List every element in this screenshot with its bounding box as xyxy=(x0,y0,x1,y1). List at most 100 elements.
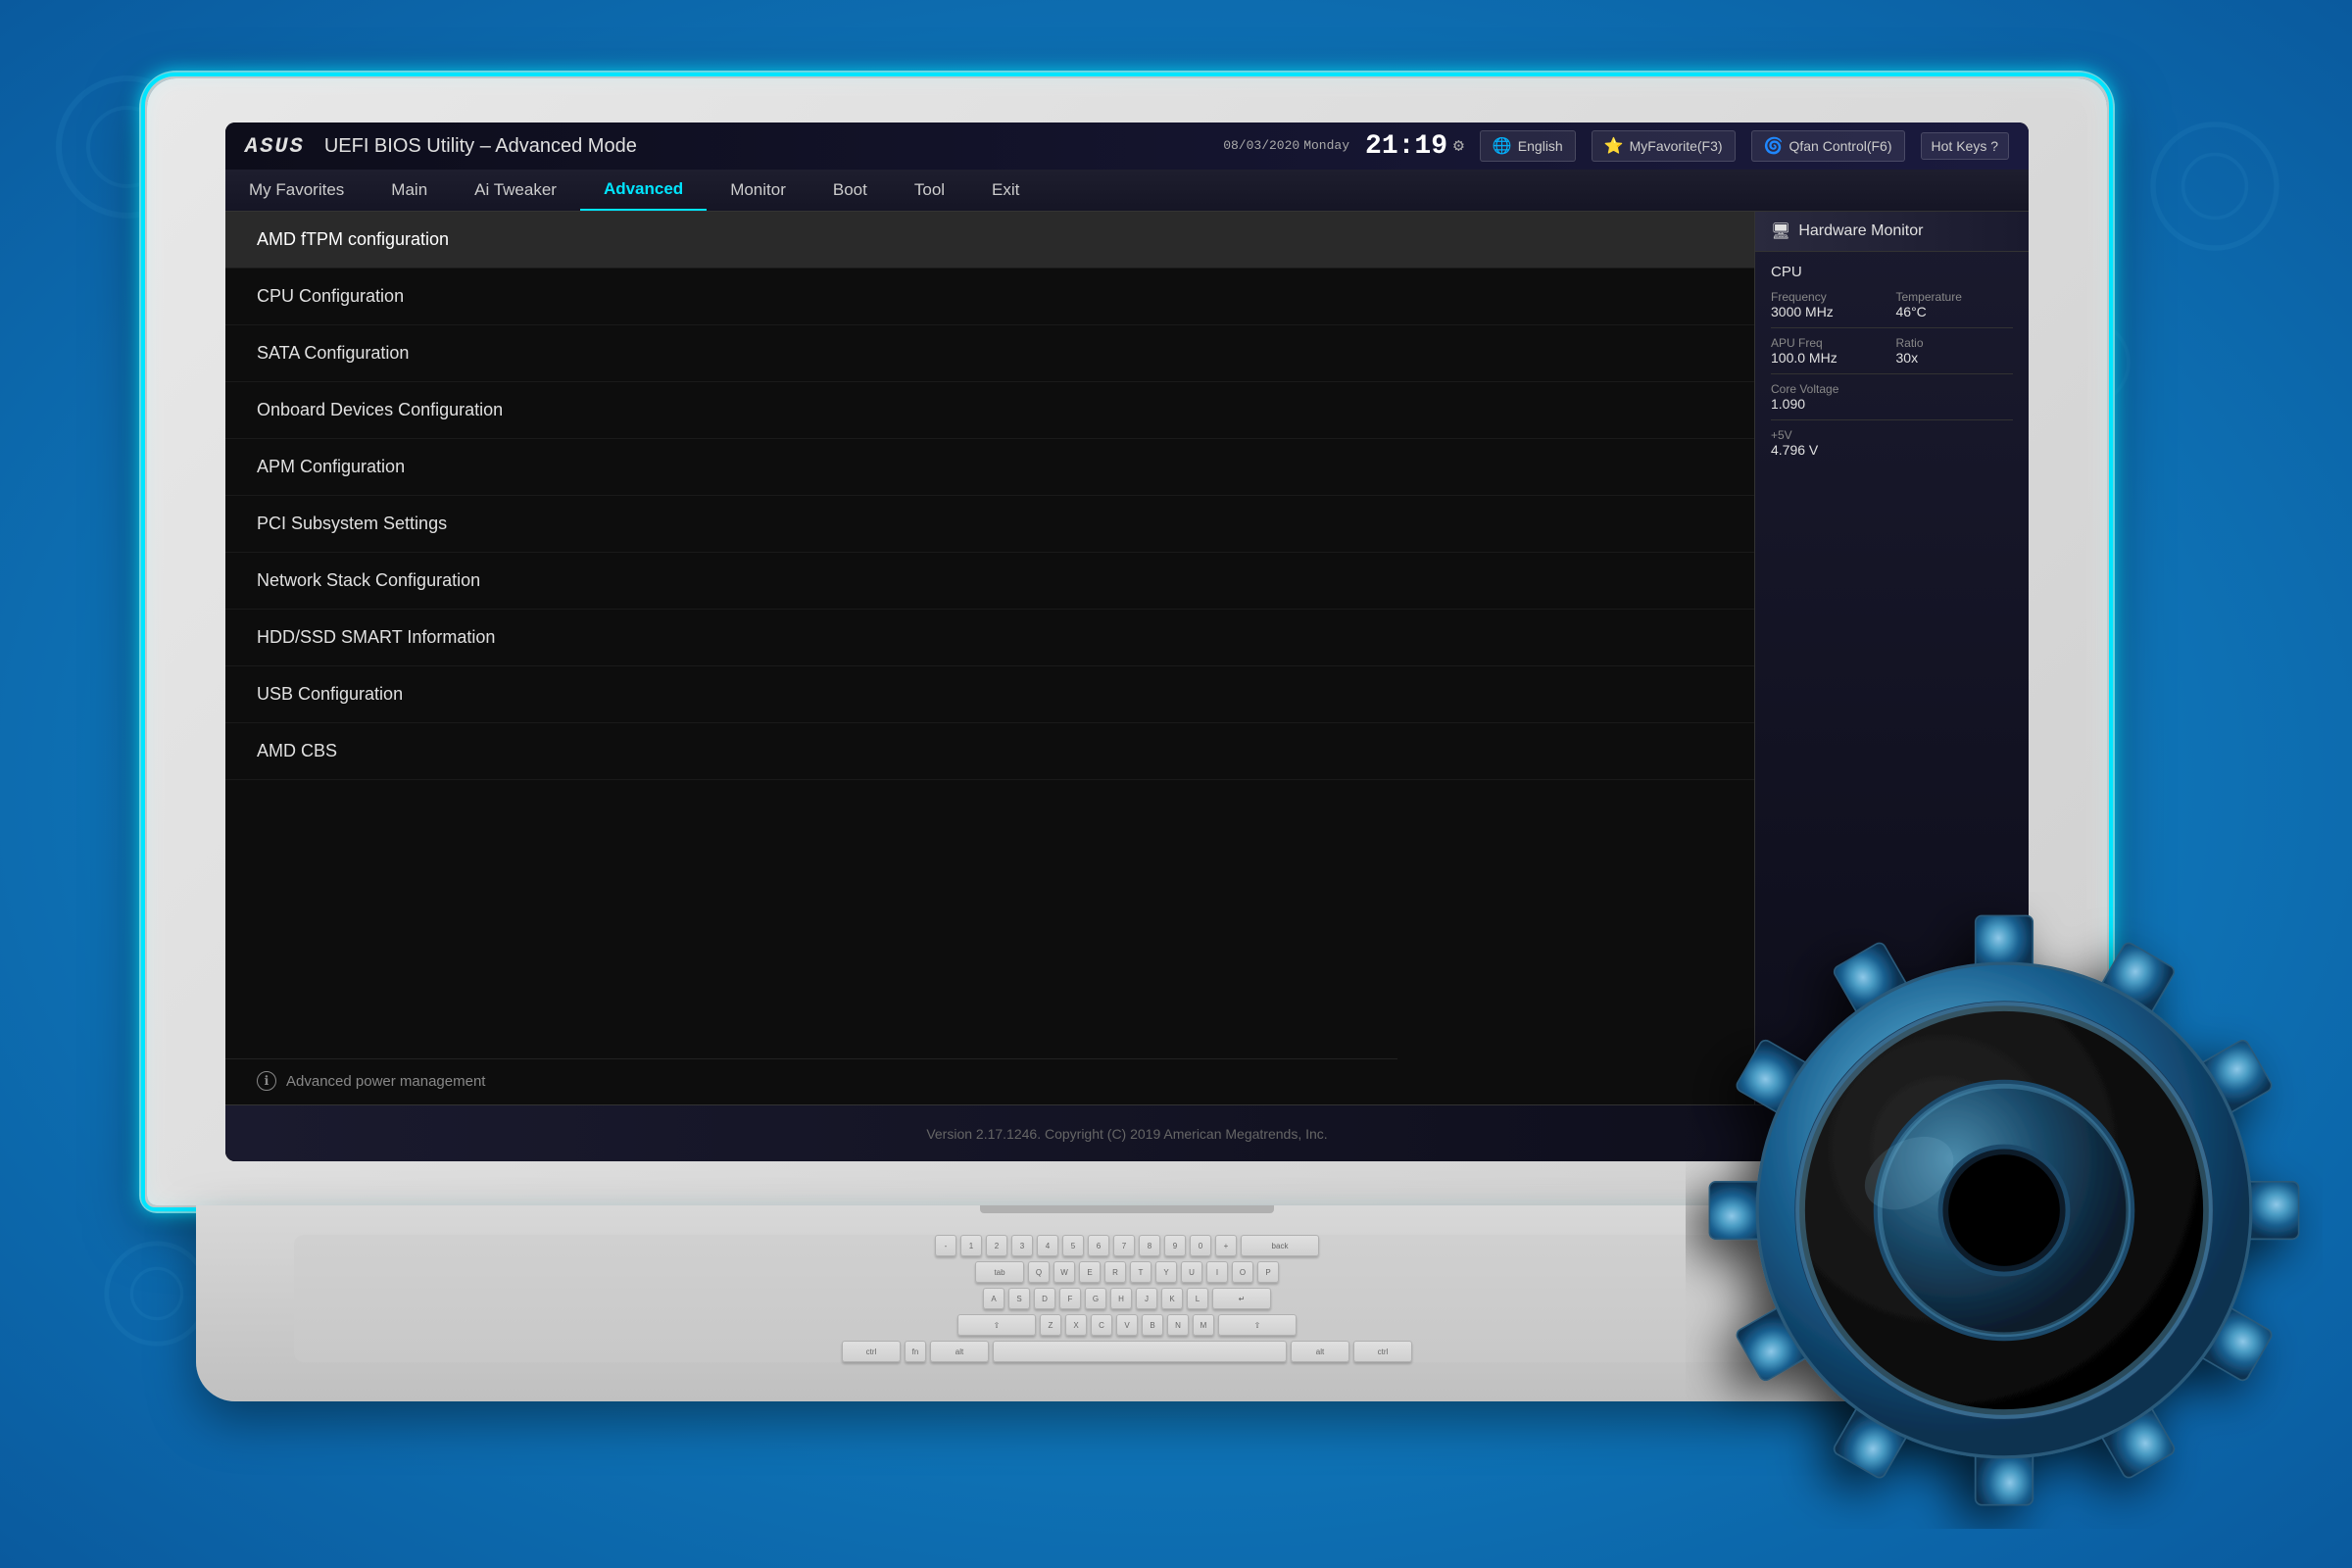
5v-label: +5V xyxy=(1771,428,2013,442)
key-k[interactable]: K xyxy=(1161,1288,1183,1309)
menu-network[interactable]: Network Stack Configuration xyxy=(225,553,1754,610)
bios-title: UEFI BIOS Utility – Advanced Mode xyxy=(324,135,637,158)
key-shift-right[interactable]: ⇧ xyxy=(1218,1314,1297,1336)
key-row-2: tab Q W E R T Y U I O P xyxy=(314,1261,1940,1283)
key-v[interactable]: V xyxy=(1116,1314,1138,1336)
key-4[interactable]: 4 xyxy=(1037,1235,1058,1256)
nav-tool[interactable]: Tool xyxy=(891,171,968,210)
star-icon: ⭐ xyxy=(1604,136,1624,156)
key-w[interactable]: W xyxy=(1054,1261,1075,1283)
key-0[interactable]: 0 xyxy=(1190,1235,1211,1256)
key-p[interactable]: P xyxy=(1257,1261,1279,1283)
key-minus[interactable]: - xyxy=(935,1235,956,1256)
language-button[interactable]: 🌐 English xyxy=(1480,130,1576,162)
core-voltage-label: Core Voltage xyxy=(1771,382,2013,396)
ezmode-btn[interactable]: EzMode(F7) xyxy=(1930,1126,2005,1142)
key-h[interactable]: H xyxy=(1110,1288,1132,1309)
info-icon: ℹ xyxy=(257,1071,276,1091)
monitor-icon: 🖥 xyxy=(1771,221,1790,241)
ratio-item: Ratio 30x xyxy=(1896,336,2014,366)
qfan-button[interactable]: 🌀 Qfan Control(F6) xyxy=(1751,130,1905,162)
menu-pci[interactable]: PCI Subsystem Settings xyxy=(225,496,1754,553)
key-l[interactable]: L xyxy=(1187,1288,1208,1309)
menu-hdd-ssd[interactable]: HDD/SSD SMART Information xyxy=(225,610,1754,666)
key-3[interactable]: 3 xyxy=(1011,1235,1033,1256)
key-d[interactable]: D xyxy=(1034,1288,1055,1309)
key-tab[interactable]: tab xyxy=(975,1261,1024,1283)
myfavorite-button[interactable]: ⭐ MyFavorite(F3) xyxy=(1592,130,1736,162)
key-t[interactable]: T xyxy=(1130,1261,1152,1283)
key-n[interactable]: N xyxy=(1167,1314,1189,1336)
hotkeys-label: Hot Keys ? xyxy=(1932,138,1998,154)
key-5[interactable]: 5 xyxy=(1062,1235,1084,1256)
key-o[interactable]: O xyxy=(1232,1261,1253,1283)
key-enter[interactable]: ↵ xyxy=(1212,1288,1271,1309)
key-7[interactable]: 7 xyxy=(1113,1235,1135,1256)
key-e[interactable]: E xyxy=(1079,1261,1101,1283)
key-r[interactable]: R xyxy=(1104,1261,1126,1283)
menu-cpu-config[interactable]: CPU Configuration xyxy=(225,269,1754,325)
laptop-lid: ASUS UEFI BIOS Utility – Advanced Mode 0… xyxy=(147,78,2107,1205)
key-s[interactable]: S xyxy=(1008,1288,1030,1309)
cpu-freq-label: Frequency xyxy=(1771,290,1888,304)
key-u[interactable]: U xyxy=(1181,1261,1202,1283)
key-2[interactable]: 2 xyxy=(986,1235,1007,1256)
key-ctrl-right[interactable]: ctrl xyxy=(1353,1341,1412,1362)
hw-monitor-title: 🖥 Hardware Monitor xyxy=(1755,212,2029,252)
nav-ai-tweaker[interactable]: Ai Tweaker xyxy=(451,171,580,210)
key-i[interactable]: I xyxy=(1206,1261,1228,1283)
ratio-label: Ratio xyxy=(1896,336,2014,350)
time-display: 21:19 ⚙ xyxy=(1365,131,1464,162)
last-modified-btn[interactable]: Last Modified xyxy=(1780,1126,1861,1142)
key-alt-right[interactable]: alt xyxy=(1291,1341,1349,1362)
menu-sata-config[interactable]: SATA Configuration xyxy=(225,325,1754,382)
nav-advanced[interactable]: Advanced xyxy=(580,170,707,211)
cpu-temp-item: Temperature 46°C xyxy=(1896,290,2014,319)
key-8[interactable]: 8 xyxy=(1139,1235,1160,1256)
topbar-right: 08/03/2020 Monday 21:19 ⚙ 🌐 xyxy=(1223,130,2009,162)
hw-divider-2 xyxy=(1771,373,2013,374)
nav-main[interactable]: Main xyxy=(368,171,451,210)
key-c[interactable]: C xyxy=(1091,1314,1112,1336)
key-m[interactable]: M xyxy=(1193,1314,1214,1336)
menu-apm[interactable]: APM Configuration xyxy=(225,439,1754,496)
core-voltage-item: Core Voltage 1.090 xyxy=(1771,382,2013,412)
key-1[interactable]: 1 xyxy=(960,1235,982,1256)
cpu-freq-item: Frequency 3000 MHz xyxy=(1771,290,1888,319)
nav-exit[interactable]: Exit xyxy=(968,171,1043,210)
apu-freq-item: APU Freq 100.0 MHz xyxy=(1771,336,1888,366)
bios-screen: ASUS UEFI BIOS Utility – Advanced Mode 0… xyxy=(225,122,2029,1161)
key-plus[interactable]: + xyxy=(1215,1235,1237,1256)
day-display: Monday xyxy=(1303,137,1349,155)
key-b[interactable]: B xyxy=(1142,1314,1163,1336)
key-row-5: ctrl fn alt alt ctrl xyxy=(314,1341,1940,1362)
keyboard-area: - 1 2 3 4 5 6 7 8 9 0 + back tab Q W E R xyxy=(294,1235,1960,1362)
key-space[interactable] xyxy=(993,1341,1287,1362)
nav-my-favorites[interactable]: My Favorites xyxy=(225,171,368,210)
key-shift-left[interactable]: ⇧ xyxy=(957,1314,1036,1336)
key-f[interactable]: F xyxy=(1059,1288,1081,1309)
key-a[interactable]: A xyxy=(983,1288,1004,1309)
key-y[interactable]: Y xyxy=(1155,1261,1177,1283)
menu-amd-ftpm[interactable]: AMD fTPM configuration xyxy=(225,212,1754,269)
key-x[interactable]: X xyxy=(1065,1314,1087,1336)
key-alt-left[interactable]: alt xyxy=(930,1341,989,1362)
menu-usb[interactable]: USB Configuration xyxy=(225,666,1754,723)
menu-amd-cbs[interactable]: AMD CBS xyxy=(225,723,1754,780)
key-z[interactable]: Z xyxy=(1040,1314,1061,1336)
nav-monitor[interactable]: Monitor xyxy=(707,171,809,210)
myfavorite-label: MyFavorite(F3) xyxy=(1630,138,1723,154)
key-j[interactable]: J xyxy=(1136,1288,1157,1309)
key-fn[interactable]: fn xyxy=(905,1341,926,1362)
menu-onboard[interactable]: Onboard Devices Configuration xyxy=(225,382,1754,439)
key-q[interactable]: Q xyxy=(1028,1261,1050,1283)
nav-boot[interactable]: Boot xyxy=(809,171,891,210)
laptop: ASUS UEFI BIOS Utility – Advanced Mode 0… xyxy=(147,78,2205,1450)
key-ctrl-left[interactable]: ctrl xyxy=(842,1341,901,1362)
hotkeys-button[interactable]: Hot Keys ? xyxy=(1921,132,2009,160)
key-6[interactable]: 6 xyxy=(1088,1235,1109,1256)
key-g[interactable]: G xyxy=(1085,1288,1106,1309)
cpu-stats-grid: Frequency 3000 MHz Temperature 46°C xyxy=(1771,290,2013,319)
key-9[interactable]: 9 xyxy=(1164,1235,1186,1256)
key-backspace[interactable]: back xyxy=(1241,1235,1319,1256)
